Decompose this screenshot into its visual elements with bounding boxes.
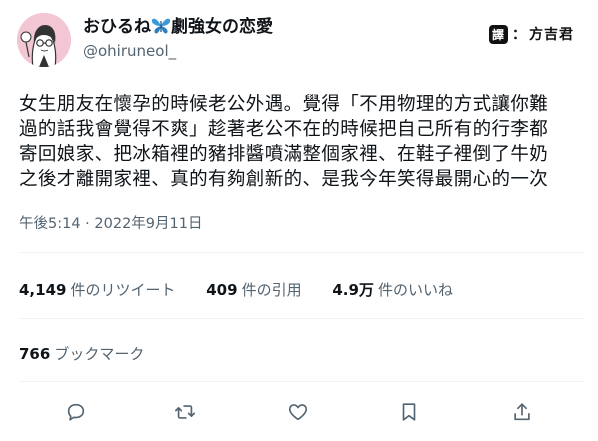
watermark-name: 方吉君 [529, 27, 574, 43]
tweet-timestamp[interactable]: 午後5:14 · 2022年9月11日 [19, 212, 202, 233]
display-name-suffix: 劇強女の恋愛 [171, 17, 273, 37]
tweet-text-line: 過的話我會覺得不爽」趁著老公不在的時候把自己所有的行李都 [19, 119, 549, 140]
reply-button[interactable] [60, 396, 92, 428]
retweet-count-value: 4,149 [19, 281, 67, 299]
share-button[interactable] [506, 396, 538, 428]
butterfly-icon [151, 18, 171, 34]
avatar-illustration [17, 13, 71, 67]
divider [19, 381, 584, 382]
author-names: おひるね 劇強女の恋愛 @ohiruneol_ [83, 16, 273, 61]
bookmark-count-value: 766 [19, 345, 51, 363]
tweet-text-line: 寄回娘家、把冰箱裡的豬排醬噴滿整個家裡、在鞋子裡倒了牛奶 [19, 144, 549, 165]
retweet-count[interactable]: 4,149 件のリツイート [19, 279, 175, 300]
divider [19, 252, 584, 253]
retweet-count-label: 件のリツイート [70, 281, 176, 299]
author-handle[interactable]: @ohiruneol_ [83, 41, 273, 61]
tweet-text: 女生朋友在懷孕的時候老公外遇。覺得「不用物理的方式讓你難 過的話我會覺得不爽」趁… [19, 92, 585, 192]
bookmark-count-label: ブックマーク [54, 345, 145, 363]
action-bar [0, 396, 598, 428]
like-count-value: 4.9万 [332, 281, 374, 299]
watermark-separator: ： [512, 27, 527, 43]
author-display-name[interactable]: おひるね 劇強女の恋愛 [83, 16, 273, 38]
speech-bubble-icon [67, 403, 85, 421]
quote-count[interactable]: 409 件の引用 [206, 279, 301, 300]
display-name-text: おひるね [83, 17, 151, 37]
bookmark-button[interactable] [393, 396, 425, 428]
bookmark-icon [402, 403, 416, 421]
like-count-label: 件のいいね [377, 281, 453, 299]
retweet-button[interactable] [169, 396, 201, 428]
like-count[interactable]: 4.9万 件のいいね [332, 279, 453, 300]
like-button[interactable] [282, 396, 314, 428]
share-upload-icon [514, 403, 530, 421]
tweet-text-line: 之後才離開家裡、真的有夠創新的、是我今年笑得最開心的一次 [19, 169, 549, 190]
bookmark-count[interactable]: 766 ブックマーク [19, 343, 144, 364]
quote-count-value: 409 [206, 281, 238, 299]
avatar[interactable] [17, 13, 71, 67]
quote-count-label: 件の引用 [241, 281, 302, 299]
tweet-text-line: 女生朋友在懷孕的時候老公外遇。覺得「不用物理的方式讓你難 [19, 94, 549, 115]
retweet-arrows-icon [175, 405, 195, 419]
heart-icon [288, 404, 308, 421]
tweet-header: おひるね 劇強女の恋愛 @ohiruneol_ 譯 ： 方吉君 [17, 13, 582, 77]
engagement-stats: 4,149 件のリツイート 409 件の引用 4.9万 件のいいね [19, 279, 479, 300]
translator-watermark: 譯 ： 方吉君 [488, 23, 574, 45]
divider [19, 318, 584, 319]
watermark-tag: 譯 [488, 24, 508, 44]
